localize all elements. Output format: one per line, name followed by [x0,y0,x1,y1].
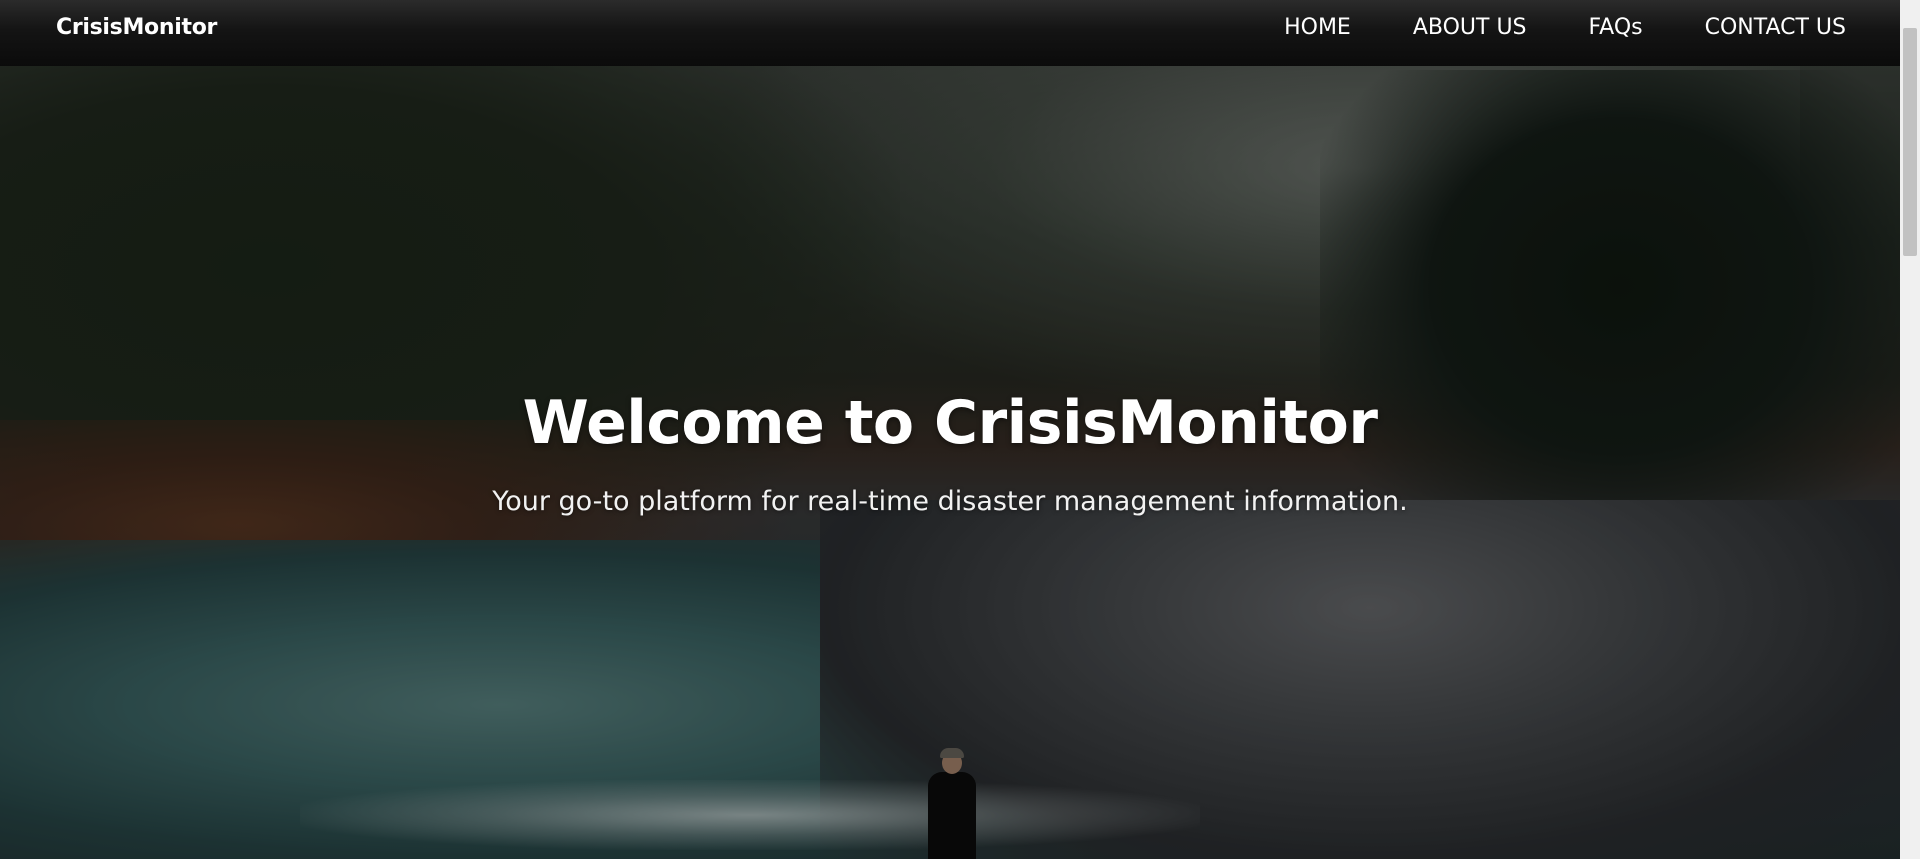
page-scrollbar[interactable] [1900,0,1920,859]
nav-link-faqs[interactable]: FAQs [1589,14,1643,42]
top-navbar: CrisisMonitor HOME ABOUT US FAQs CONTACT… [0,0,1900,66]
scrollbar-thumb[interactable] [1903,28,1917,256]
nav-menu: HOME ABOUT US FAQs CONTACT US [1284,14,1846,42]
nav-link-home[interactable]: HOME [1284,14,1351,42]
brand-logo[interactable]: CrisisMonitor [56,14,217,42]
hero-content: Welcome to CrisisMonitor Your go-to plat… [0,385,1900,519]
hero-subtitle: Your go-to platform for real-time disast… [492,486,1408,517]
page: CrisisMonitor HOME ABOUT US FAQs CONTACT… [0,0,1920,859]
hero-title: Welcome to CrisisMonitor [522,388,1378,458]
nav-link-contact-us[interactable]: CONTACT US [1705,14,1846,42]
nav-link-about-us[interactable]: ABOUT US [1413,14,1527,42]
